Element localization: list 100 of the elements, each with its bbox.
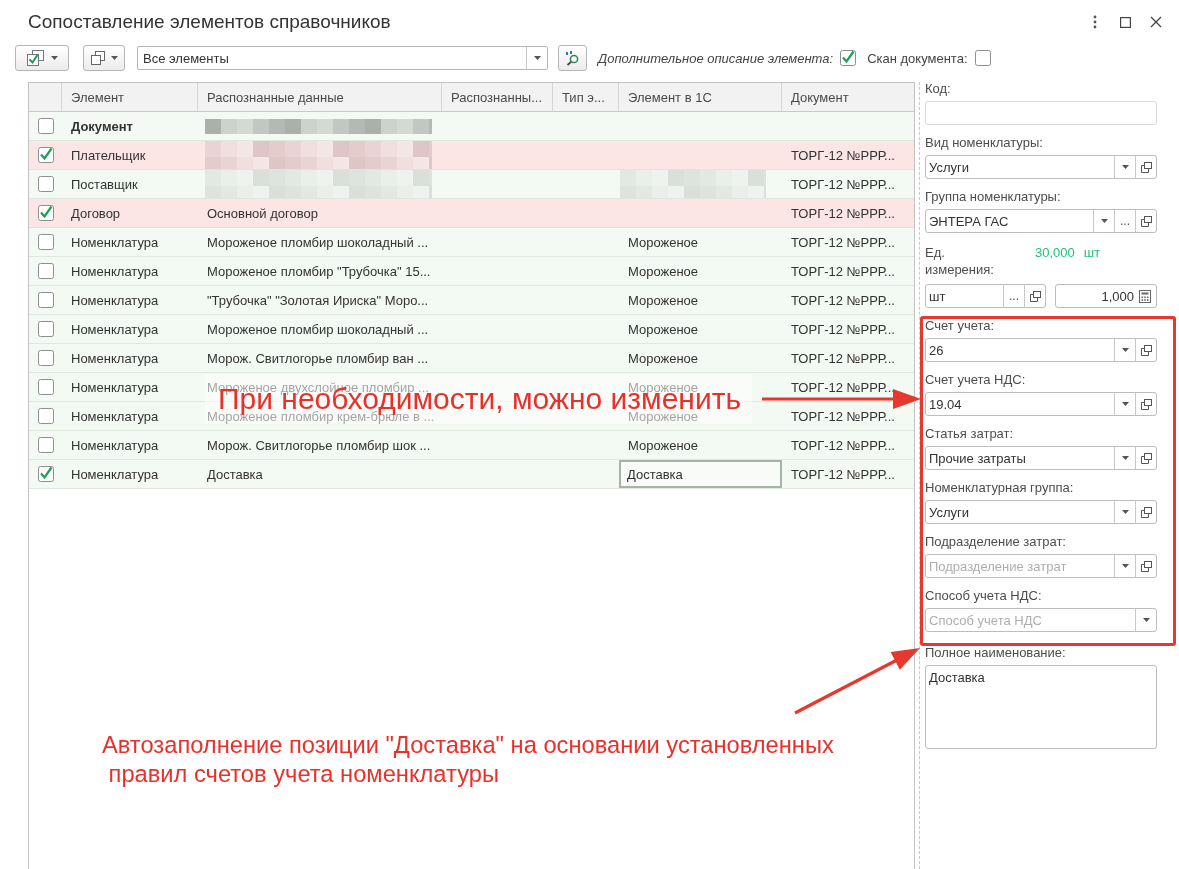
more-icon[interactable]	[1093, 15, 1097, 29]
copy-icon	[1140, 506, 1152, 518]
unit-field[interactable]: шт ...	[925, 284, 1046, 308]
checkbox[interactable]	[37, 408, 54, 424]
table-row[interactable]: Плательщик ТОРГ-12 №РРР...	[29, 141, 914, 170]
table-cell-text: ТОРГ-12 №РРР...	[790, 407, 896, 426]
table-cell[interactable]: Мороженое	[619, 315, 782, 343]
column-header[interactable]: Элемент в 1С	[619, 83, 782, 111]
table-cell-text: Поставщик	[70, 175, 139, 194]
table-cell-text: Номенклатура	[70, 378, 160, 397]
checkbox[interactable]	[37, 234, 54, 250]
dropdown-field[interactable]: Прочие затраты	[925, 446, 1157, 470]
copy-icon	[1140, 161, 1152, 173]
dropdown-field[interactable]: ЭНТЕРА ГАС ...	[925, 209, 1157, 233]
table-cell[interactable]: Мороженое	[619, 431, 782, 459]
caret-icon	[1121, 402, 1129, 406]
table-cell[interactable]: Мороженое	[619, 257, 782, 285]
table-cell-text: Номенклатура	[70, 320, 160, 339]
table-row[interactable]: Документ	[29, 112, 914, 141]
table-cell[interactable]: Мороженое	[619, 228, 782, 256]
checkbox[interactable]	[840, 50, 857, 66]
checkbox[interactable]	[37, 176, 54, 192]
maximize-icon[interactable]	[1120, 16, 1131, 28]
choose-button[interactable]: ...	[1114, 210, 1135, 232]
checkbox[interactable]	[37, 350, 54, 366]
column-header[interactable]: Распознанны...	[442, 83, 553, 111]
copy-icon	[1140, 344, 1152, 356]
checkbox[interactable]	[37, 205, 54, 221]
checkbox[interactable]	[37, 118, 54, 134]
copy-icon	[1140, 452, 1152, 464]
table-cell-text: ТОРГ-12 №РРР...	[790, 320, 896, 339]
table-cell-text: Номенклатура	[70, 407, 160, 426]
checkbox[interactable]	[37, 321, 54, 337]
choose-button[interactable]: ...	[1003, 285, 1024, 307]
table-cell-text: Доставка	[206, 465, 264, 484]
table-row[interactable]: Номенклатура Мороженое пломбир "Трубочка" 15... Мороженое ТОРГ-12 №РРР...	[29, 257, 914, 286]
input-field[interactable]: Способ учета НДС	[926, 609, 1135, 631]
table-cell-text: ТОРГ-12 №РРР...	[790, 146, 896, 165]
column-header[interactable]: Распознанные данные	[198, 83, 442, 111]
dropdown-button[interactable]	[526, 47, 547, 69]
checkbox[interactable]	[974, 50, 991, 66]
search-button[interactable]	[558, 45, 587, 71]
copy-icon	[1140, 398, 1152, 410]
filter-dropdown[interactable]: Все элементы	[137, 46, 548, 70]
input-field[interactable]	[925, 101, 1157, 125]
close-icon[interactable]	[1150, 16, 1162, 28]
checkbox[interactable]	[37, 437, 54, 453]
table-cell-text: Договор	[70, 204, 122, 223]
checkbox[interactable]	[37, 466, 54, 482]
table-row[interactable]: Номенклатура "Трубочка" "Золотая Ириска" Моро... Мороженое ТОРГ-12 №РРР...	[29, 286, 914, 315]
dropdown-field[interactable]: 19.04	[925, 392, 1157, 416]
table-cell-text: Номенклатура	[70, 262, 160, 281]
table-row[interactable]: Поставщик ТОРГ-12 №РРР...	[29, 170, 914, 199]
copy-icon	[1140, 215, 1152, 227]
checkbox[interactable]	[37, 147, 54, 163]
checkbox[interactable]	[37, 263, 54, 279]
copy-icon	[90, 51, 105, 65]
table-cell-text: Мороженое пломбир шоколадный ...	[206, 233, 430, 252]
column-header[interactable]: Элемент	[62, 83, 198, 111]
field-label: Группа номенклатуры:	[925, 190, 1062, 204]
menu-button[interactable]	[83, 45, 125, 71]
annotation-text: Автозаполнение позиции "Доставка" на основании установленных правил счетов учета номенклатуры	[102, 731, 834, 789]
table-row[interactable]: Номенклатура Доставка Доставка ТОРГ-12 №РРР...	[29, 460, 914, 489]
caret-icon	[1121, 456, 1129, 460]
dropdown-field[interactable]: Подразделение затрат	[925, 554, 1157, 578]
table-cell[interactable]: Мороженое	[619, 344, 782, 372]
table-cell[interactable]: Мороженое	[619, 286, 782, 314]
field-label: Счет учета НДС:	[925, 373, 1027, 387]
window-title: Сопоставление элементов справочников	[28, 11, 391, 33]
dropdown-field[interactable]: Услуги	[925, 500, 1157, 524]
input-field[interactable]: Подразделение затрат	[926, 555, 1114, 577]
field-label: Счет учета:	[925, 319, 996, 333]
table-cell-text: Мороженое пломбир шоколадный ...	[206, 320, 430, 339]
table-cell-text: ТОРГ-12 №РРР...	[790, 349, 896, 368]
table-row[interactable]: Номенклатура Мороженое пломбир шоколадный ... Мороженое ТОРГ-12 №РРР...	[29, 315, 914, 344]
option-label: Дополнительное описание элемента:	[598, 50, 834, 66]
number-field[interactable]: 1,000	[1055, 284, 1157, 308]
dropdown-field[interactable]: Услуги	[925, 155, 1157, 179]
text-area[interactable]: Доставка	[925, 665, 1157, 749]
table-cell-text: ТОРГ-12 №РРР...	[790, 378, 896, 397]
checkbox[interactable]	[37, 292, 54, 308]
field-label: Полное наименование:	[925, 646, 1067, 660]
checkbox[interactable]	[37, 379, 54, 395]
table-row[interactable]: Номенклатура Мороженое пломбир шоколадный ... Мороженое ТОРГ-12 №РРР...	[29, 228, 914, 257]
caret-icon	[533, 56, 541, 60]
option-label: Скан документа:	[867, 50, 968, 66]
dropdown-field[interactable]: Способ учета НДС	[925, 608, 1157, 632]
dropdown-field[interactable]: 26	[925, 338, 1157, 362]
calculator-icon[interactable]	[1139, 289, 1151, 303]
column-header[interactable]: Документ	[782, 83, 914, 111]
table-cell-text: Документ	[70, 117, 134, 136]
table-cell[interactable]: Доставка	[619, 460, 782, 488]
field-label: Номенклатурная группа:	[925, 481, 1075, 495]
menu-button[interactable]	[15, 45, 69, 71]
column-header[interactable]: Тип э...	[553, 83, 619, 111]
table-row[interactable]: Договор Основной договор ТОРГ-12 №РРР...	[29, 199, 914, 228]
table-row[interactable]: Номенклатура Морож. Свитлогорье пломбир шок ... Мороженое ТОРГ-12 №РРР...	[29, 431, 914, 460]
table-cell-text: Мороженое пломбир "Трубочка" 15...	[206, 262, 432, 281]
table-cell-text: Основной договор	[206, 204, 319, 223]
table-row[interactable]: Номенклатура Морож. Свитлогорье пломбир ван ... Мороженое ТОРГ-12 №РРР...	[29, 344, 914, 373]
